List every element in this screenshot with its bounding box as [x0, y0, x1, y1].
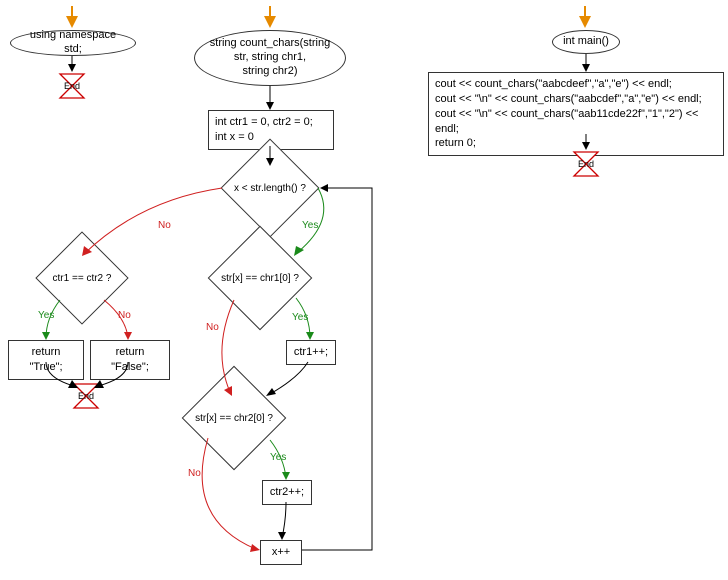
- end-label: End: [64, 81, 80, 91]
- main-body: cout << count_chars("aabcdeef","a","e") …: [428, 72, 724, 156]
- sig-line3: string chr2): [210, 65, 330, 79]
- inc-ctr1-text: ctr1++;: [294, 346, 328, 358]
- main-body-l1: cout << count_chars("aabcdeef","a","e") …: [435, 77, 717, 92]
- main-signature: int main(): [552, 30, 620, 54]
- edge-yes: Yes: [38, 310, 54, 321]
- chr2-decision: str[x] == chr2[0] ?: [172, 396, 296, 440]
- edge-yes: Yes: [302, 220, 318, 231]
- loop-decision: x < str.length() ?: [220, 166, 320, 210]
- inc-ctr2: ctr2++;: [262, 480, 312, 505]
- end-label: End: [78, 391, 94, 401]
- return-true-text: return "True";: [29, 346, 62, 373]
- sig-line2: str, string chr1,: [210, 51, 330, 65]
- main-body-l2: cout << "\n" << count_chars("aabcdef","a…: [435, 92, 717, 107]
- sig-line1: string count_chars(string: [210, 37, 330, 51]
- main-end: End: [572, 150, 600, 178]
- edge-no: No: [158, 220, 171, 231]
- init-line1: int ctr1 = 0, ctr2 = 0;: [215, 115, 327, 130]
- chr1-text: str[x] == chr1[0] ?: [200, 256, 320, 300]
- start-arrow-icon: [579, 16, 591, 28]
- chr2-text: str[x] == chr2[0] ?: [172, 396, 296, 440]
- edge-no: No: [206, 322, 219, 333]
- edge-yes: Yes: [292, 312, 308, 323]
- edge-yes: Yes: [270, 452, 286, 463]
- ctr-eq-text: ctr1 == ctr2 ?: [32, 256, 132, 300]
- namespace-end: End: [58, 72, 86, 100]
- namespace-terminator: using namespace std;: [10, 30, 136, 56]
- namespace-text: using namespace std;: [21, 29, 125, 57]
- end-label: End: [578, 159, 594, 169]
- start-arrow-icon: [264, 16, 276, 28]
- count-chars-signature: string count_chars(string str, string ch…: [194, 30, 346, 86]
- inc-ctr2-text: ctr2++;: [270, 486, 304, 498]
- flowchart-canvas: using namespace std; End string count_ch…: [0, 0, 728, 580]
- edge-no: No: [188, 468, 201, 479]
- count-chars-end: End: [72, 382, 100, 410]
- start-connector: [269, 6, 271, 16]
- inc-ctr1: ctr1++;: [286, 340, 336, 365]
- main-body-l3: cout << "\n" << count_chars("aab11cde22f…: [435, 107, 717, 137]
- start-connector: [71, 6, 73, 16]
- edge-no: No: [118, 310, 131, 321]
- return-false-text: return "False";: [111, 346, 149, 373]
- x-increment-text: x++: [272, 546, 290, 558]
- main-body-l4: return 0;: [435, 136, 717, 151]
- loop-text: x < str.length() ?: [220, 166, 320, 210]
- start-connector: [584, 6, 586, 16]
- return-false: return "False";: [90, 340, 170, 380]
- chr1-decision: str[x] == chr1[0] ?: [200, 256, 320, 300]
- start-arrow-icon: [66, 16, 78, 28]
- main-sig-text: int main(): [563, 35, 609, 49]
- ctr-eq-decision: ctr1 == ctr2 ?: [32, 256, 132, 300]
- x-increment: x++: [260, 540, 302, 565]
- return-true: return "True";: [8, 340, 84, 380]
